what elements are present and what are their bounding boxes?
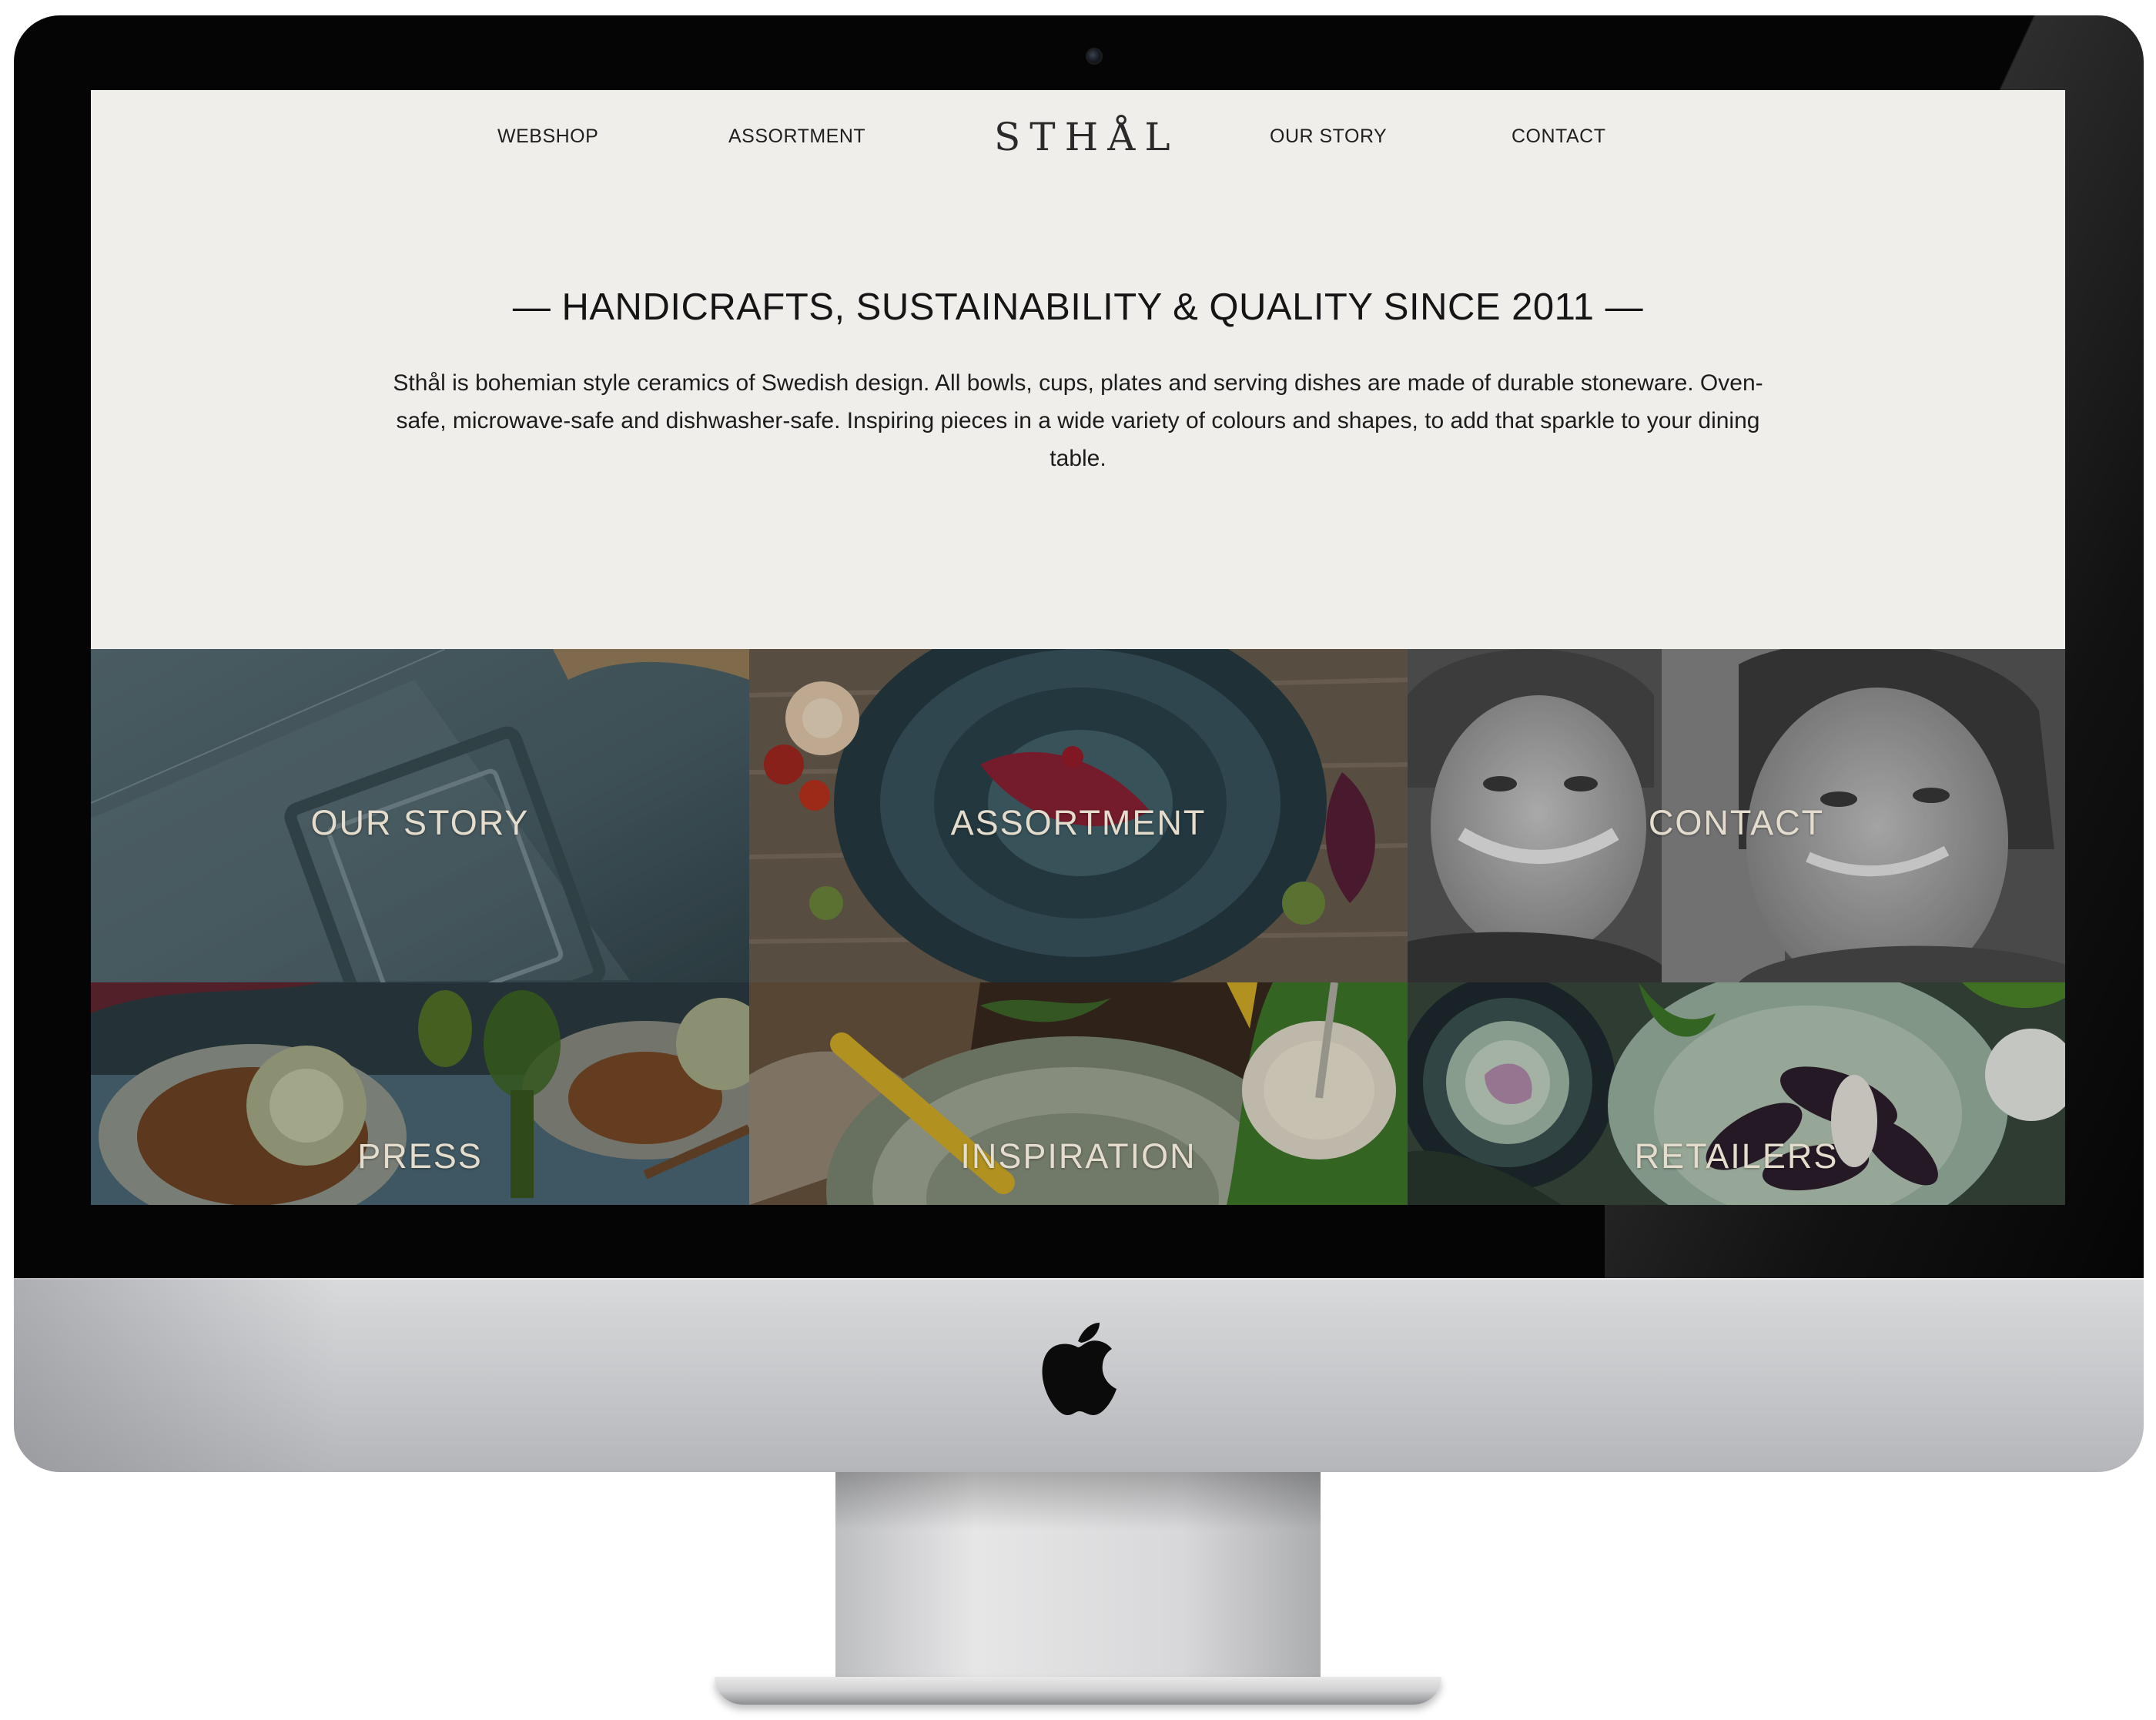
tile-label-contact: CONTACT	[1648, 803, 1825, 842]
tile-inspiration[interactable]: INSPIRATION	[749, 982, 1408, 1205]
tile-label-press: PRESS	[357, 1136, 483, 1176]
tile-label-assortment: ASSORTMENT	[950, 803, 1207, 842]
category-tiles: OUR STORY ASSORTMENT CONTACT PRESS INSPI…	[91, 649, 2065, 1205]
tile-label-our-story: OUR STORY	[310, 803, 530, 842]
tile-label-retailers: RETAILERS	[1634, 1136, 1839, 1176]
monitor-stand-base	[715, 1677, 1441, 1705]
tile-our-story[interactable]: OUR STORY	[91, 649, 749, 982]
tile-contact[interactable]: CONTACT	[1408, 649, 2065, 982]
tile-assortment[interactable]: ASSORTMENT	[749, 649, 1408, 982]
top-navigation: WEBSHOP ASSORTMENT STHÅL OUR STORY CONTA…	[91, 90, 2065, 229]
hero-title: — HANDICRAFTS, SUSTAINABILITY & QUALITY …	[512, 286, 1644, 328]
imac-mockup: WEBSHOP ASSORTMENT STHÅL OUR STORY CONTA…	[0, 0, 2156, 1720]
browser-viewport: WEBSHOP ASSORTMENT STHÅL OUR STORY CONTA…	[91, 90, 2065, 1205]
nav-webshop[interactable]: WEBSHOP	[497, 113, 598, 159]
camera-icon	[1086, 48, 1103, 65]
tile-press[interactable]: PRESS	[91, 982, 749, 1205]
tile-label-inspiration: INSPIRATION	[960, 1136, 1197, 1176]
nav-assortment[interactable]: ASSORTMENT	[728, 113, 865, 159]
nav-our-story[interactable]: OUR STORY	[1270, 113, 1387, 159]
brand-logo[interactable]: STHÅL	[994, 102, 1170, 172]
hero-description: Sthål is bohemian style ceramics of Swed…	[393, 370, 1763, 471]
apple-logo-icon	[1042, 1323, 1116, 1415]
tile-retailers[interactable]: RETAILERS	[1408, 982, 2065, 1205]
nav-contact[interactable]: CONTACT	[1512, 113, 1605, 159]
monitor-stand	[835, 1472, 1321, 1703]
